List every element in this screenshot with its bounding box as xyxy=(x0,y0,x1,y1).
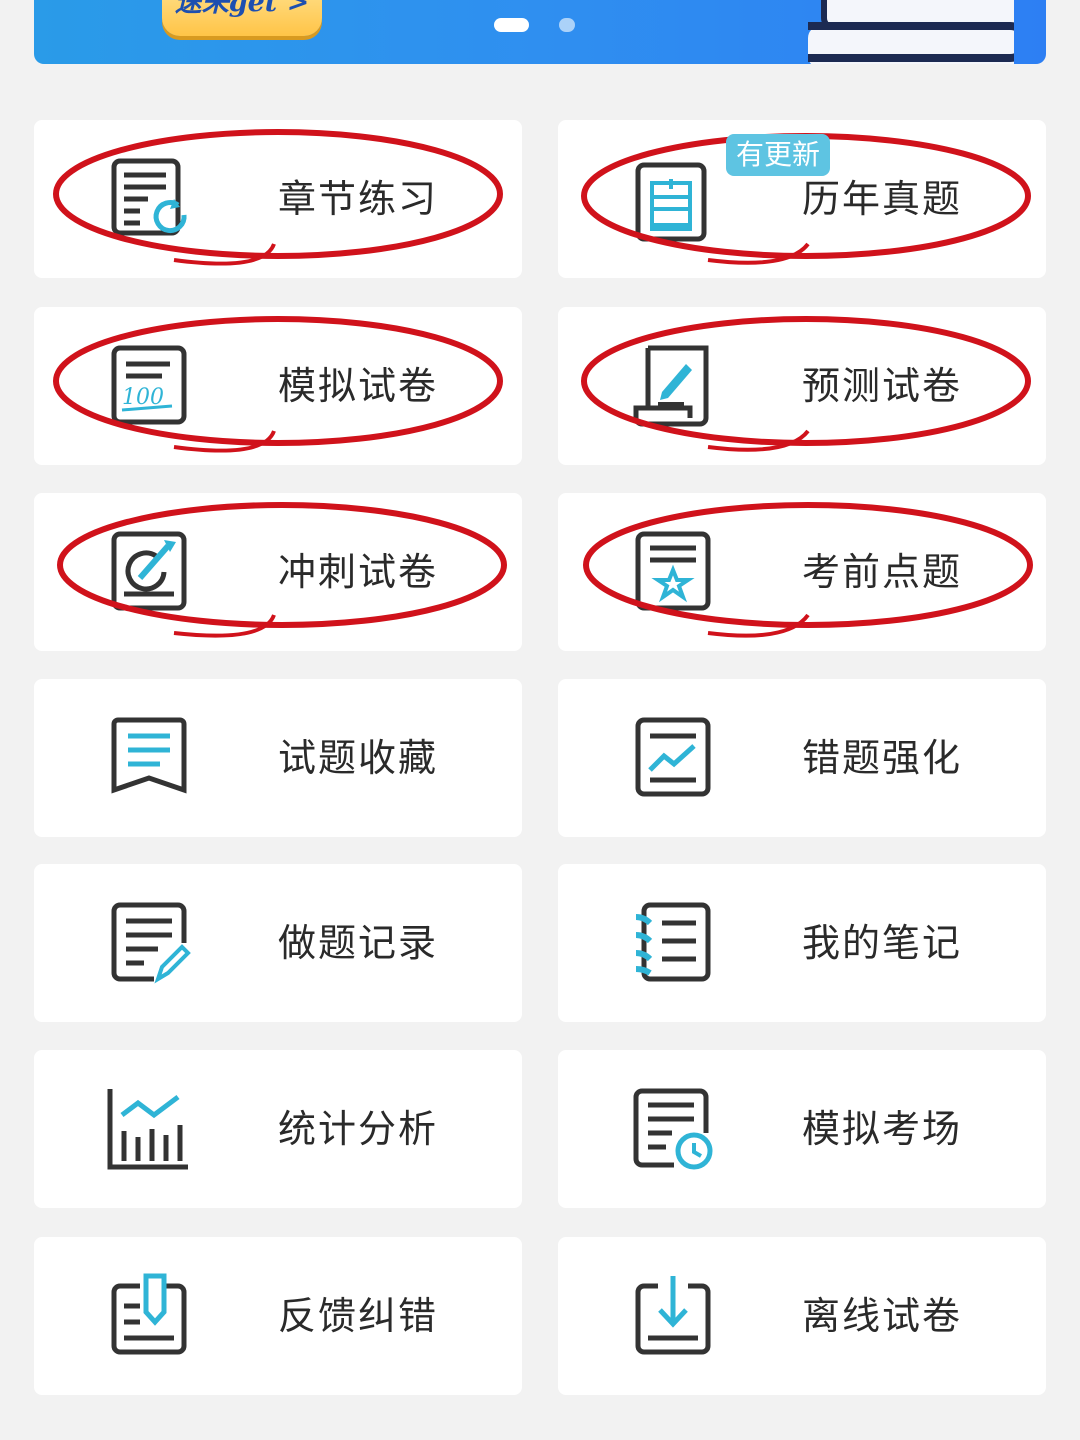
grid-item-label: 历年真题 xyxy=(802,177,963,221)
grid-item-label: 反馈纠错 xyxy=(278,1294,439,1338)
past-exams-icon xyxy=(635,162,707,242)
grid-item-my-notes[interactable]: 我的笔记 xyxy=(558,864,1046,1022)
wrong-questions-icon xyxy=(635,717,711,797)
grid-item-label: 统计分析 xyxy=(278,1107,439,1151)
chapter-practice-icon xyxy=(111,158,187,236)
grid-item-label: 考前点题 xyxy=(802,550,963,594)
grid-item-label: 我的笔记 xyxy=(802,921,963,965)
grid-item-label: 冲刺试卷 xyxy=(278,550,439,594)
feedback-icon xyxy=(111,1273,187,1355)
grid-item-statistics[interactable]: 统计分析 xyxy=(34,1050,522,1208)
grid-item-sprint-paper[interactable]: 冲刺试卷 xyxy=(34,493,522,651)
banner-get-button[interactable]: 速来get > xyxy=(162,0,322,36)
update-badge: 有更新 xyxy=(726,134,830,176)
grid-item-label: 离线试卷 xyxy=(802,1294,963,1338)
notebook-icon xyxy=(635,902,711,982)
grid-item-mock-exam-room[interactable]: 模拟考场 xyxy=(558,1050,1046,1208)
grid-item-label: 模拟试卷 xyxy=(278,364,439,408)
grid-item-wrong-questions[interactable]: 错题强化 xyxy=(558,679,1046,837)
promo-banner[interactable]: 速来get > xyxy=(34,0,1046,64)
grid-item-offline-paper[interactable]: 离线试卷 xyxy=(558,1237,1046,1395)
grid-item-chapter-practice[interactable]: 章节练习 xyxy=(34,120,522,278)
grid-item-past-exams[interactable]: 历年真题 有更新 xyxy=(558,120,1046,278)
grid-item-label: 章节练习 xyxy=(278,177,439,221)
grid-item-feedback[interactable]: 反馈纠错 xyxy=(34,1237,522,1395)
pre-exam-tips-icon xyxy=(635,531,711,611)
mock-paper-icon: 100 xyxy=(111,345,187,425)
grid-item-pre-exam-tips[interactable]: 考前点题 xyxy=(558,493,1046,651)
grid-item-label: 试题收藏 xyxy=(278,736,439,780)
grid-item-practice-record[interactable]: 做题记录 xyxy=(34,864,522,1022)
grid-item-label: 错题强化 xyxy=(802,736,963,780)
books-illustration xyxy=(808,0,1014,64)
grid-item-label: 模拟考场 xyxy=(802,1107,963,1151)
practice-record-icon xyxy=(111,902,191,984)
grid-item-bookmark[interactable]: 试题收藏 xyxy=(34,679,522,837)
forecast-paper-icon xyxy=(633,345,709,427)
mock-exam-room-icon xyxy=(633,1088,713,1170)
grid-item-mock-paper[interactable]: 100 模拟试卷 xyxy=(34,307,522,465)
statistics-icon xyxy=(107,1089,188,1170)
grid-item-label: 做题记录 xyxy=(278,921,439,965)
grid-item-label: 预测试卷 xyxy=(802,364,963,408)
carousel-dot-active[interactable] xyxy=(494,18,529,32)
bookmark-icon xyxy=(111,717,187,794)
offline-download-icon xyxy=(635,1276,711,1355)
carousel-dot[interactable] xyxy=(559,18,575,32)
sprint-paper-icon xyxy=(111,531,187,611)
grid-item-forecast-paper[interactable]: 预测试卷 xyxy=(558,307,1046,465)
